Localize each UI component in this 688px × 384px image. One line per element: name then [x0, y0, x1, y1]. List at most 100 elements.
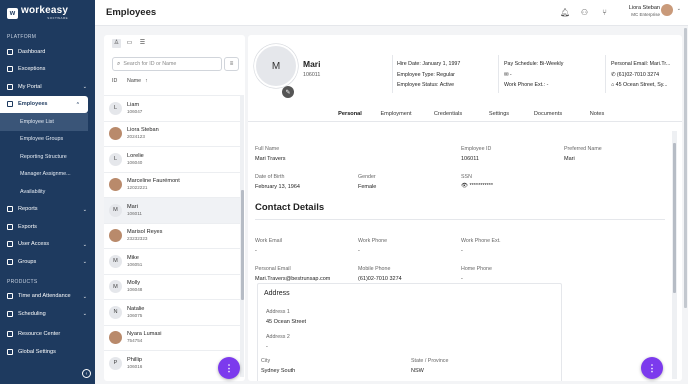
org-chart-icon[interactable]: ⑂ — [600, 8, 609, 17]
list-item[interactable]: M Molly 106048 — [104, 273, 240, 300]
list-item[interactable]: M Marisol Reyes23232323 — [104, 222, 240, 249]
divider — [498, 55, 499, 93]
filter-button[interactable]: ≡ — [224, 57, 239, 71]
tab-credentials[interactable]: Credentials — [422, 107, 474, 122]
full-name-label: Full Name — [255, 146, 280, 152]
employee-text: Nyara Lumasi 754754 — [127, 331, 162, 344]
work-phone-label: Work Phone — [358, 238, 388, 244]
employee-text: Mike 106051 — [127, 255, 142, 268]
pay-summary: Pay Schedule: Bi-Weekly ✉ - Work Phone E… — [504, 59, 563, 91]
avatar[interactable] — [661, 4, 673, 16]
employee-name: Phillip — [127, 356, 142, 363]
page-scrollbar-thumb[interactable] — [683, 28, 687, 308]
sidebar-item-global-settings[interactable]: Global Settings — [0, 343, 95, 361]
list-item[interactable]: L Liam 106047 — [104, 95, 240, 121]
employee-id: 106047 — [127, 108, 143, 114]
list-item[interactable]: N Nyara Lumasi754754 — [104, 324, 240, 351]
avatar: M — [109, 229, 122, 243]
column-header-name[interactable]: Name — [127, 78, 141, 84]
sidebar-item-time-attendance[interactable]: Time and Attendance ⌄ — [0, 288, 95, 306]
list-item[interactable]: M Mike 106051 — [104, 248, 240, 274]
chevron-down-icon: ⌄ — [82, 241, 87, 248]
sidebar-item-scheduling[interactable]: Scheduling ⌄ — [0, 305, 95, 323]
detail-actions-button[interactable]: ⋮ — [641, 357, 663, 379]
profile-id: 106011 — [303, 72, 321, 78]
eye-icon[interactable]: 👁︎ — [461, 183, 470, 189]
chevron-down-icon[interactable]: ⌄ — [677, 6, 681, 12]
profile-avatar: M — [254, 44, 298, 88]
sidebar-item-dashboard[interactable]: Dashboard — [0, 43, 95, 61]
column-header-id[interactable]: ID — [112, 78, 127, 84]
tab-settings[interactable]: Settings — [474, 107, 524, 122]
edit-avatar-icon[interactable]: ✎ — [282, 86, 294, 98]
sidebar-item-employees[interactable]: Employees ⌃ — [0, 95, 88, 113]
employee-id: 754754 — [127, 338, 143, 344]
sidebar: w workeasy SOFTWARE PLATFORM Dashboard E… — [0, 0, 95, 384]
employee-detail-panel: M ✎ Mari 106011 Hire Date: January 1, 19… — [248, 35, 682, 381]
clock-icon — [7, 293, 13, 300]
sidebar-subitem-employee-list[interactable]: Employee List — [0, 113, 88, 131]
collapse-sidebar-button[interactable]: ‹ — [82, 369, 91, 378]
employee-text: Liora Steban 2024123 — [127, 127, 159, 140]
avatar: M — [109, 254, 122, 268]
employee-id: 106048 — [127, 287, 143, 293]
sidebar-subitem-manager-assignment[interactable]: Manager Assignme... — [0, 166, 95, 184]
divider — [605, 55, 606, 93]
employee-name: Molly — [127, 280, 141, 287]
employee-text: Liam 106047 — [127, 102, 142, 115]
list-item[interactable]: M Mari 106011 — [104, 197, 240, 223]
employee-id-label: Employee ID — [461, 146, 492, 152]
tab-personal[interactable]: Personal — [330, 107, 370, 122]
bell-icon[interactable]: 🔔︎ — [560, 8, 570, 17]
user-switch-icon[interactable]: ⚇ — [580, 8, 589, 17]
employee-text: Molly 106048 — [127, 280, 142, 293]
logo-icon: w — [7, 7, 18, 19]
detail-scrollbar[interactable] — [672, 131, 677, 379]
gear-icon — [7, 348, 13, 355]
sidebar-item-exceptions[interactable]: Exceptions — [0, 61, 95, 79]
avatar: L — [109, 127, 122, 141]
sidebar-item-reports[interactable]: Reports ⌄ — [0, 201, 95, 219]
list-actions-button[interactable]: ⋮ — [218, 357, 240, 379]
avatar: L — [109, 152, 122, 166]
employee-type: Employee Type: Regular — [397, 71, 455, 78]
sidebar-item-exports[interactable]: Exports — [0, 218, 95, 236]
sidebar-subitem-employee-groups[interactable]: Employee Groups — [0, 131, 95, 149]
sidebar-item-groups[interactable]: Groups ⌄ — [0, 253, 95, 271]
list-item[interactable]: M Marceline Faurémont12022221 — [104, 171, 240, 198]
list-item[interactable]: L Lorelie 106040 — [104, 146, 240, 172]
logo[interactable]: w workeasy SOFTWARE — [0, 0, 95, 26]
tab-employment[interactable]: Employment — [370, 107, 422, 122]
list-scrollbar-thumb[interactable] — [240, 190, 244, 300]
logo-subtext: SOFTWARE — [47, 16, 69, 20]
work-phone-ext-label: Work Phone Ext. — [461, 238, 501, 244]
sidebar-subitem-availability[interactable]: Availability — [0, 183, 95, 201]
calendar-icon — [7, 310, 13, 317]
sidebar-subitem-reporting-structure[interactable]: Reporting Structure — [0, 148, 95, 166]
card-view-icon[interactable]: ▭ — [125, 39, 134, 48]
user-name[interactable]: Liora Steban — [629, 5, 660, 11]
list-item[interactable]: N Natalie 106075 — [104, 299, 240, 325]
dob-value: February 13, 1964 — [255, 184, 300, 190]
detail-scrollbar-thumb[interactable] — [673, 143, 676, 293]
exports-icon — [7, 223, 13, 230]
list-view-icon[interactable]: ☰ — [138, 39, 147, 48]
list-header: ID Name ↑ — [112, 78, 242, 84]
sidebar-item-my-portal[interactable]: My Portal ⌄ — [0, 78, 95, 96]
list-scrollbar[interactable] — [240, 95, 244, 377]
sidebar-item-user-access[interactable]: User Access ⌄ — [0, 236, 95, 254]
tab-documents[interactable]: Documents — [524, 107, 572, 122]
section-label-products: PRODUCTS — [7, 278, 38, 285]
employee-name: Marceline Faurémont — [127, 178, 180, 185]
logo-text: workeasy — [21, 5, 69, 16]
tab-notes[interactable]: Notes — [572, 107, 622, 122]
list-item[interactable]: L Liora Steban2024123 — [104, 120, 240, 147]
search-input[interactable] — [123, 61, 219, 67]
sidebar-item-resource-center[interactable]: Resource Center — [0, 326, 95, 344]
pay-schedule: Pay Schedule: Bi-Weekly — [504, 61, 564, 67]
employee-id: 12022221 — [127, 185, 148, 191]
divider — [392, 55, 393, 93]
page-scrollbar[interactable] — [682, 26, 688, 384]
person-view-icon[interactable]: ♙ — [112, 39, 121, 48]
sort-arrow-icon[interactable]: ↑ — [145, 78, 148, 84]
